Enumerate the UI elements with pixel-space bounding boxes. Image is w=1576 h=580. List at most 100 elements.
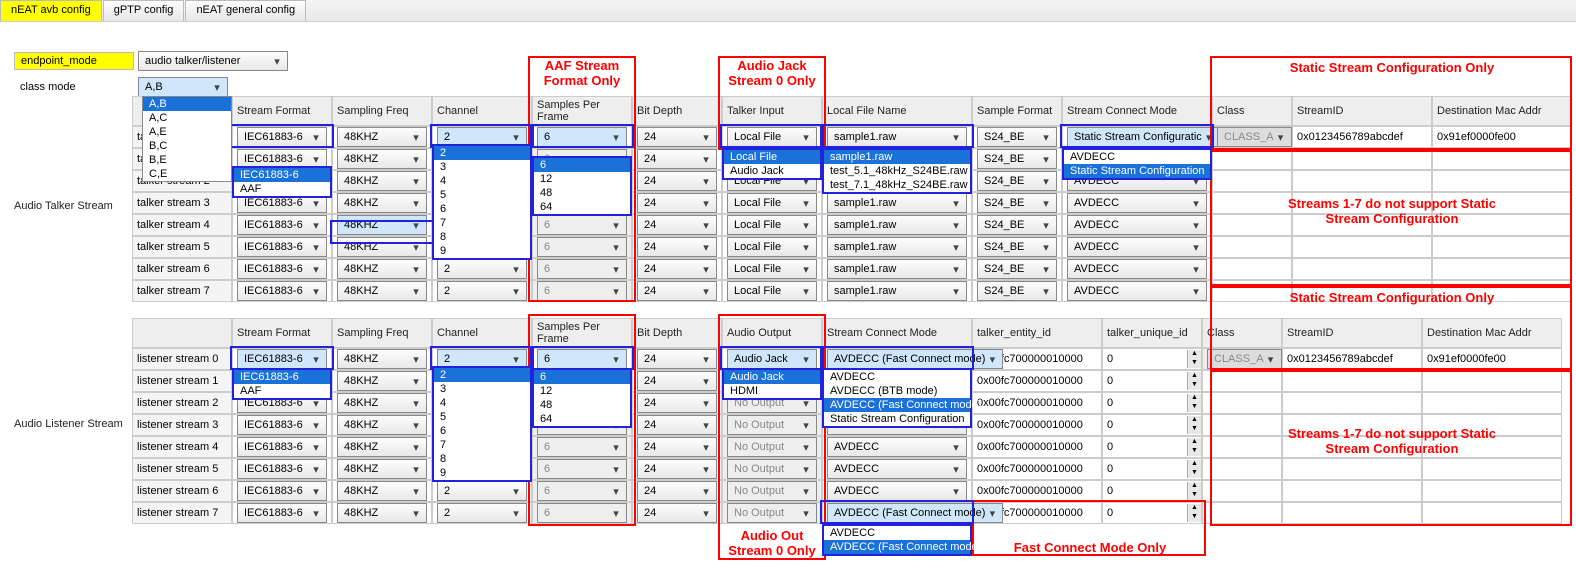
tent-cell[interactable]: 0x00fc700000010000 — [972, 480, 1102, 502]
tab-general-config[interactable]: nEAT general config — [185, 0, 306, 21]
fmt-cell[interactable]: IEC61883-6▾ — [232, 414, 332, 436]
tin-cell[interactable]: Local File▾ — [722, 236, 822, 258]
sid-cell[interactable]: 0x0123456789abcdef — [1282, 348, 1422, 370]
depth-cell[interactable]: 24▾ — [632, 192, 722, 214]
freq-cell[interactable]: 48KHZ▾ — [332, 414, 432, 436]
freq-cell[interactable]: 48KHZ▾ — [332, 236, 432, 258]
fmt-cell[interactable]: IEC61883-6▾ — [232, 236, 332, 258]
local-file-dropdown[interactable]: sample1.raw test_5.1_48kHz_S24BE.raw tes… — [822, 148, 972, 194]
freq-cell[interactable]: 48KHZ▾ — [332, 214, 432, 236]
freq-cell[interactable]: 48KHZ▾ — [332, 192, 432, 214]
scm-cell[interactable]: Static Stream Configuratic▾ — [1062, 126, 1212, 148]
out-cell[interactable]: Audio Jack▾ — [722, 348, 822, 370]
depth-cell[interactable]: 24▾ — [632, 436, 722, 458]
scm-cell[interactable]: AVDECC▾ — [1062, 236, 1212, 258]
freq-cell[interactable]: 48KHZ▾ — [332, 348, 432, 370]
scm-cell[interactable]: AVDECC▾ — [1062, 280, 1212, 302]
spinner[interactable]: ▲▼ — [1187, 460, 1201, 478]
scm-listener-dropdown[interactable]: AVDECC AVDECC (BTB mode) AVDECC (Fast Co… — [822, 368, 972, 428]
depth-cell[interactable]: 24▾ — [632, 236, 722, 258]
depth-cell[interactable]: 24▾ — [632, 458, 722, 480]
freq-cell[interactable]: 48KHZ▾ — [332, 458, 432, 480]
freq-cell[interactable]: 48KHZ▾ — [332, 280, 432, 302]
sfmt-cell[interactable]: S24_BE▾ — [972, 258, 1062, 280]
fmt-cell[interactable]: IEC61883-6▾ — [232, 458, 332, 480]
sfmt-cell[interactable]: S24_BE▾ — [972, 280, 1062, 302]
tuniq-cell[interactable]: 0▲▼ — [1102, 414, 1202, 436]
tent-cell[interactable]: 0x00fc700000010000 — [972, 414, 1102, 436]
fmt-cell[interactable]: IEC61883-6▾ — [232, 436, 332, 458]
channel-dropdown[interactable]: 2 3 4 5 6 7 8 9 — [432, 144, 532, 260]
tuniq-cell[interactable]: 0▲▼ — [1102, 480, 1202, 502]
fmt-cell[interactable]: IEC61883-6▾ — [232, 502, 332, 524]
spf-cell[interactable]: 6▾ — [532, 126, 632, 148]
freq-cell[interactable]: 48KHZ▾ — [332, 370, 432, 392]
stream-format-dropdown[interactable]: IEC61883-6 AAF — [232, 166, 332, 198]
spinner[interactable]: ▲▼ — [1187, 394, 1201, 412]
scm-cell[interactable]: AVDECC▾ — [1062, 214, 1212, 236]
spf-cell[interactable]: 6▾ — [532, 348, 632, 370]
chan-cell[interactable]: 2▾ — [432, 502, 532, 524]
tent-cell[interactable]: 0x00fc700000010000 — [972, 392, 1102, 414]
lfn-cell[interactable]: sample1.raw▾ — [822, 236, 972, 258]
depth-cell[interactable]: 24▾ — [632, 392, 722, 414]
tuniq-cell[interactable]: 0▲▼ — [1102, 392, 1202, 414]
listener-format-dropdown[interactable]: IEC61883-6 AAF — [232, 368, 332, 400]
tent-cell[interactable]: 0x00fc700000010000 — [972, 458, 1102, 480]
endpoint-mode-select[interactable]: audio talker/listener▾ — [138, 51, 288, 71]
spinner[interactable]: ▲▼ — [1187, 416, 1201, 434]
depth-cell[interactable]: 24▾ — [632, 126, 722, 148]
scm-cell[interactable]: AVDECC (Fast Connect mode)▾ — [822, 348, 972, 370]
scm-cell[interactable]: AVDECC (Fast Connect mode)▾ — [822, 502, 972, 524]
fmt-cell[interactable]: IEC61883-6▾ — [232, 214, 332, 236]
freq-cell[interactable]: 48KHZ▾ — [332, 392, 432, 414]
tin-cell[interactable]: Local File▾ — [722, 258, 822, 280]
fmt-cell[interactable]: IEC61883-6▾ — [232, 480, 332, 502]
spf-dropdown[interactable]: 6 12 48 64 — [532, 156, 632, 216]
depth-cell[interactable]: 24▾ — [632, 258, 722, 280]
class-mode-select[interactable]: A,B▾ — [138, 77, 228, 97]
fmt-cell[interactable]: IEC61883-6▾ — [232, 348, 332, 370]
sfmt-cell[interactable]: S24_BE▾ — [972, 214, 1062, 236]
depth-cell[interactable]: 24▾ — [632, 170, 722, 192]
depth-cell[interactable]: 24▾ — [632, 480, 722, 502]
tuniq-cell[interactable]: 0▲▼ — [1102, 436, 1202, 458]
tab-gptp-config[interactable]: gPTP config — [103, 0, 185, 21]
tin-cell[interactable]: Local File▾ — [722, 192, 822, 214]
fmt-cell[interactable]: IEC61883-6▾ — [232, 126, 332, 148]
depth-cell[interactable]: 24▾ — [632, 280, 722, 302]
tuniq-cell[interactable]: 0▲▼ — [1102, 370, 1202, 392]
scm-cell[interactable]: AVDECC▾ — [1062, 192, 1212, 214]
spinner[interactable]: ▲▼ — [1187, 438, 1201, 456]
tuniq-cell[interactable]: 0▲▼ — [1102, 502, 1202, 524]
listener-channel-dropdown[interactable]: 2 3 4 5 6 7 8 9 — [432, 366, 532, 482]
tent-cell[interactable]: 0x00fc700000010000 — [972, 370, 1102, 392]
tuniq-cell[interactable]: 0▲▼ — [1102, 348, 1202, 370]
depth-cell[interactable]: 24▾ — [632, 214, 722, 236]
freq-cell[interactable]: 48KHZ▾ — [332, 126, 432, 148]
depth-cell[interactable]: 24▾ — [632, 348, 722, 370]
sfmt-cell[interactable]: S24_BE▾ — [972, 192, 1062, 214]
chan-cell[interactable]: 2▾ — [432, 280, 532, 302]
scm-talker-dropdown[interactable]: AVDECC Static Stream Configuration — [1062, 148, 1212, 180]
lfn-cell[interactable]: sample1.raw▾ — [822, 192, 972, 214]
chan-cell[interactable]: 2▾ — [432, 480, 532, 502]
freq-cell[interactable]: 48KHZ▾ — [332, 436, 432, 458]
talker-input-dropdown[interactable]: Local File Audio Jack — [722, 148, 822, 180]
lfn-cell[interactable]: sample1.raw▾ — [822, 280, 972, 302]
freq-cell[interactable]: 48KHZ▾ — [332, 502, 432, 524]
dmac-cell[interactable]: 0x91ef0000fe00 — [1432, 126, 1572, 148]
scm-cell[interactable]: AVDECC▾ — [1062, 258, 1212, 280]
chan-cell[interactable]: 2▾ — [432, 258, 532, 280]
spinner[interactable]: ▲▼ — [1187, 350, 1201, 368]
class-mode-dropdown[interactable]: A,B A,C A,E B,C B,E C,E — [142, 96, 232, 182]
lfn-cell[interactable]: sample1.raw▾ — [822, 126, 972, 148]
depth-cell[interactable]: 24▾ — [632, 414, 722, 436]
scm-cell[interactable]: AVDECC▾ — [822, 480, 972, 502]
audio-output-dropdown[interactable]: Audio Jack HDMI — [722, 368, 822, 400]
freq-cell[interactable]: 48KHZ▾ — [332, 258, 432, 280]
freq-cell[interactable]: 48KHZ▾ — [332, 148, 432, 170]
dmac-cell[interactable]: 0x91ef0000fe00 — [1422, 348, 1562, 370]
sfmt-cell[interactable]: S24_BE▾ — [972, 148, 1062, 170]
lfn-cell[interactable]: sample1.raw▾ — [822, 258, 972, 280]
